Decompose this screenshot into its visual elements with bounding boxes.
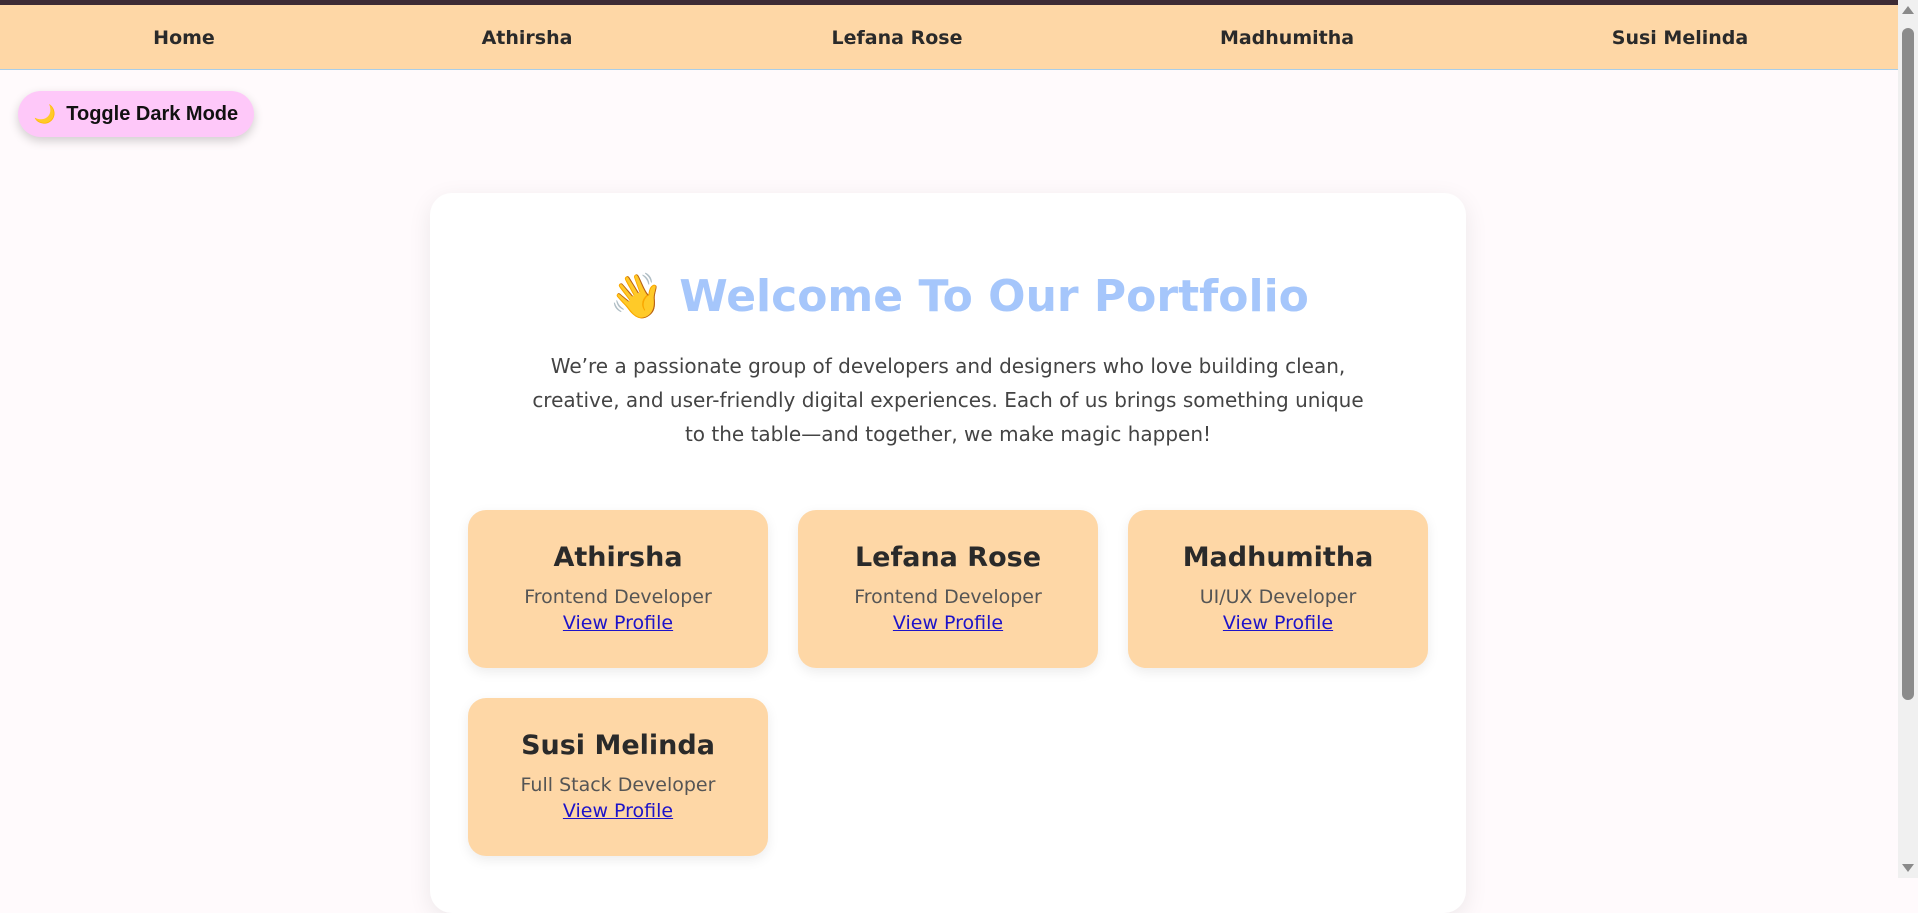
member-role: Frontend Developer [524, 586, 712, 608]
view-profile-link[interactable]: View Profile [1223, 611, 1333, 635]
member-name: Athirsha [553, 542, 683, 573]
nav-susi-melinda[interactable]: Susi Melinda [1612, 5, 1748, 69]
scrollbar-thumb[interactable] [1902, 28, 1914, 700]
member-card-susi-melinda: Susi Melinda Full Stack Developer View P… [468, 698, 768, 856]
nav-lefana-rose[interactable]: Lefana Rose [832, 5, 963, 69]
moon-icon: 🌙 [33, 103, 57, 124]
nav-athirsha[interactable]: Athirsha [482, 5, 573, 69]
view-profile-link[interactable]: View Profile [563, 799, 673, 823]
page-title-text: Welcome To Our Portfolio [679, 271, 1309, 322]
scroll-up-arrow-icon[interactable] [1902, 6, 1914, 14]
member-card-lefana-rose: Lefana Rose Frontend Developer View Prof… [798, 510, 1098, 668]
member-name: Lefana Rose [854, 542, 1042, 573]
member-role: UI/UX Developer [1199, 586, 1357, 608]
scroll-down-arrow-icon[interactable] [1902, 864, 1914, 872]
intro-paragraph: We’re a passionate group of developers a… [532, 354, 1364, 446]
nav-home[interactable]: Home [153, 5, 215, 69]
vertical-scrollbar[interactable] [1898, 0, 1918, 878]
toggle-dark-mode-button[interactable]: 🌙 Toggle Dark Mode [18, 91, 254, 137]
waving-hand-icon: 👋 [609, 271, 664, 322]
member-card-athirsha: Athirsha Frontend Developer View Profile [468, 510, 768, 668]
view-profile-link[interactable]: View Profile [893, 611, 1003, 635]
member-name: Susi Melinda [521, 730, 715, 761]
page-title: 👋 Welcome To Our Portfolio [0, 270, 1918, 322]
view-profile-link[interactable]: View Profile [563, 611, 673, 635]
member-name: Madhumitha [1182, 542, 1374, 573]
member-role: Full Stack Developer [520, 774, 716, 796]
member-card-madhumitha: Madhumitha UI/UX Developer View Profile [1128, 510, 1428, 668]
toggle-dark-mode-label: Toggle Dark Mode [66, 102, 239, 125]
member-role: Frontend Developer [854, 586, 1042, 608]
nav-madhumitha[interactable]: Madhumitha [1220, 5, 1354, 69]
navbar: Home Athirsha Lefana Rose Madhumitha Sus… [0, 5, 1898, 70]
